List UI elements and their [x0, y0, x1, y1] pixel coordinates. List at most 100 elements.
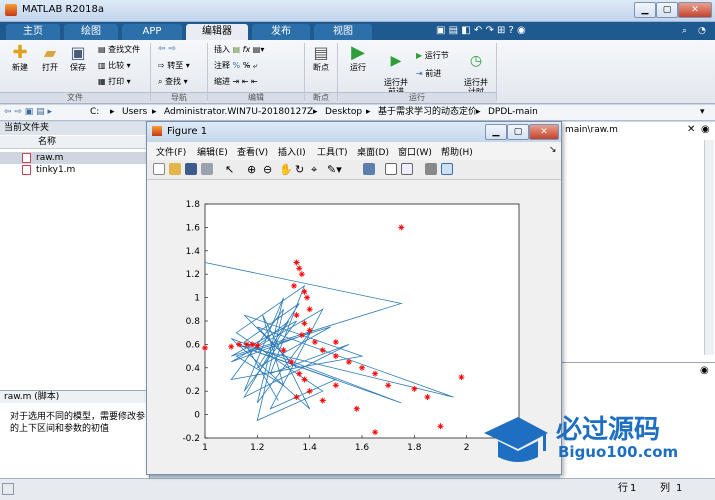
x-tick-label: 1.6 — [355, 443, 370, 453]
matlab-title-bar: MATLAB R2018a ▁ ▢ ✕ — [0, 0, 715, 22]
tab-publish[interactable]: 发布 — [252, 24, 310, 40]
comment-button[interactable]: 注释 % %̶ ⤶ — [214, 60, 257, 71]
group-file-label: 文件 — [0, 92, 150, 103]
goto-button[interactable]: ⇨ 转至 ▾ — [158, 60, 190, 71]
status-bar: 行 1 列 1 — [0, 478, 715, 500]
address-part[interactable]: Administrator.WIN7U-20180127Z — [164, 105, 313, 120]
file-item[interactable]: tinky1.m — [0, 164, 150, 176]
insert-icon: ▤ — [232, 45, 241, 54]
run-section-button[interactable]: ▶ 运行节 — [416, 50, 449, 61]
run-icon: ▶ — [351, 42, 365, 63]
menu-dock-icon[interactable]: ↘ — [549, 145, 557, 155]
zoom-out-icon[interactable]: ⊖ — [263, 163, 272, 176]
tab-apps[interactable]: APP — [122, 24, 182, 40]
file-item[interactable]: raw.m — [0, 152, 150, 164]
notification-icon[interactable]: ◔ — [698, 26, 706, 36]
matlab-logo-icon — [5, 4, 17, 16]
tab-home[interactable]: 主页 — [6, 24, 60, 40]
menu-file[interactable]: 文件(F) — [156, 145, 186, 158]
plus-icon: ✚ — [12, 42, 28, 63]
hide-plot-tools-icon[interactable] — [425, 163, 437, 175]
menu-insert[interactable]: 插入(I) — [278, 145, 306, 158]
address-part[interactable]: Users — [122, 105, 147, 120]
watermark-url: Biguo100.com — [558, 443, 679, 461]
figure-maximize-button[interactable]: ▢ — [507, 124, 529, 140]
link-plot-icon[interactable] — [363, 163, 375, 175]
name-column-header[interactable]: 名称 — [0, 136, 150, 149]
group-run-label: 运行 — [338, 92, 496, 103]
open-file-icon[interactable] — [169, 163, 181, 175]
menu-edit[interactable]: 编辑(E) — [197, 145, 228, 158]
pan-icon[interactable]: ✋ — [279, 163, 293, 176]
show-plot-tools-icon[interactable] — [441, 163, 453, 175]
brush-icon[interactable]: ✎▾ — [327, 163, 342, 176]
new-button[interactable]: ✚ 新建 — [8, 44, 32, 73]
menu-help[interactable]: 帮助(H) — [441, 145, 473, 158]
insert-colorbar-icon[interactable] — [385, 163, 397, 175]
advance-button[interactable]: ⇥ 前进 — [416, 68, 441, 79]
menu-desktop[interactable]: 桌面(D) — [357, 145, 389, 158]
editor-close-icon[interactable]: ✕ — [687, 124, 695, 135]
pointer-icon[interactable]: ↖ — [225, 163, 234, 176]
address-part[interactable]: 基于需求学习的动态定价 — [378, 105, 477, 120]
address-separator: ▸ — [476, 107, 481, 117]
rotate-icon[interactable]: ↻ — [295, 163, 304, 176]
run-button[interactable]: ▶ 运行 — [344, 44, 372, 73]
watermark: 必过源码 Biguo100.com — [480, 405, 710, 475]
open-button[interactable]: ▰ 打开 — [38, 44, 62, 73]
data-cursor-icon[interactable]: ⌖ — [311, 163, 317, 177]
address-bar[interactable]: ⇦ ⇨ ▣ ▤ ▸ C: ▸ Users ▸ Administrator.WIN… — [0, 105, 715, 121]
new-figure-icon[interactable] — [153, 163, 165, 175]
minimize-button[interactable]: ▁ — [634, 2, 656, 18]
search-icon[interactable]: ⌕ — [682, 26, 687, 36]
menu-tools[interactable]: 工具(T) — [317, 145, 348, 158]
format-icon[interactable]: ▤▾ — [253, 45, 265, 54]
back-forward-buttons[interactable]: ⇦ ⇨ — [158, 44, 176, 54]
y-tick-label: 0.6 — [186, 340, 201, 350]
print-figure-icon[interactable] — [201, 163, 213, 175]
editor-scrollbar[interactable] — [704, 140, 714, 355]
uncomment-icon: %̶ — [242, 61, 251, 70]
breakpoints-button[interactable]: ▤ 断点 — [308, 44, 334, 73]
find-files-button[interactable]: ▤ 查找文件 — [98, 44, 140, 55]
figure-minimize-button[interactable]: ▁ — [485, 124, 507, 140]
tab-plots[interactable]: 绘图 — [64, 24, 118, 40]
close-button[interactable]: ✕ — [678, 2, 712, 18]
maximize-button[interactable]: ▢ — [656, 2, 678, 18]
quick-access-icons[interactable]: ▣ ▤ ◧ ↶ ↷ ⊞ ? ◉ — [436, 25, 526, 36]
compare-button[interactable]: ▥ 比较 ▾ — [98, 60, 131, 71]
figure-title-bar[interactable]: Figure 1 ▁ ▢ ✕ — [147, 122, 561, 142]
save-button[interactable]: ▣ 保存 — [66, 44, 90, 73]
figure-close-button[interactable]: ✕ — [529, 124, 559, 140]
compare-icon: ▥ — [98, 61, 109, 70]
y-tick-label: 0 — [194, 411, 200, 421]
tab-editor[interactable]: 编辑器 — [186, 24, 248, 40]
menu-view[interactable]: 查看(V) — [237, 145, 268, 158]
y-tick-label: 1.6 — [186, 223, 201, 233]
wrap-icon: ⤶ — [252, 61, 258, 70]
current-folder-panel: 当前文件夹 名称 raw.m tinky1.m — [0, 122, 150, 390]
find-button[interactable]: ⌕ 查找 ▾ — [158, 76, 188, 87]
insert-button[interactable]: 插入 ▤ fx ▤▾ — [214, 44, 264, 55]
print-button[interactable]: ▦ 打印 ▾ — [98, 76, 131, 87]
command-menu-icon[interactable]: ◉ — [700, 365, 709, 376]
address-part[interactable]: Desktop — [325, 105, 362, 120]
insert-legend-icon[interactable] — [401, 163, 413, 175]
address-separator: ▸ — [366, 107, 371, 117]
address-part[interactable]: C: — [90, 105, 99, 120]
editor-panel[interactable]: main\raw.m ✕ ◉ — [560, 122, 715, 362]
address-part[interactable]: DPDL-main — [488, 105, 538, 120]
nav-arrows-icon[interactable]: ⇦ ⇨ ▣ ▤ ▸ — [4, 105, 52, 120]
editor-menu-icon[interactable]: ◉ — [701, 124, 710, 135]
y-tick-label: 0.4 — [186, 364, 201, 374]
indent-button[interactable]: 缩进 ⇥ ⇤ ⇤ — [214, 76, 258, 87]
fx-icon[interactable]: fx — [243, 45, 251, 54]
breakpoint-icon: ▤ — [313, 43, 329, 62]
zoom-in-icon[interactable]: ⊕ — [247, 163, 256, 176]
tab-view[interactable]: 视图 — [314, 24, 372, 40]
address-dropdown-icon[interactable]: ▾ — [700, 105, 705, 120]
save-figure-icon[interactable] — [185, 163, 197, 175]
menu-window[interactable]: 窗口(W) — [398, 145, 432, 158]
y-tick-label: 0.8 — [186, 317, 201, 327]
figure-toolbar: ↖ ⊕ ⊖ ✋ ↻ ⌖ ✎▾ — [147, 160, 561, 180]
